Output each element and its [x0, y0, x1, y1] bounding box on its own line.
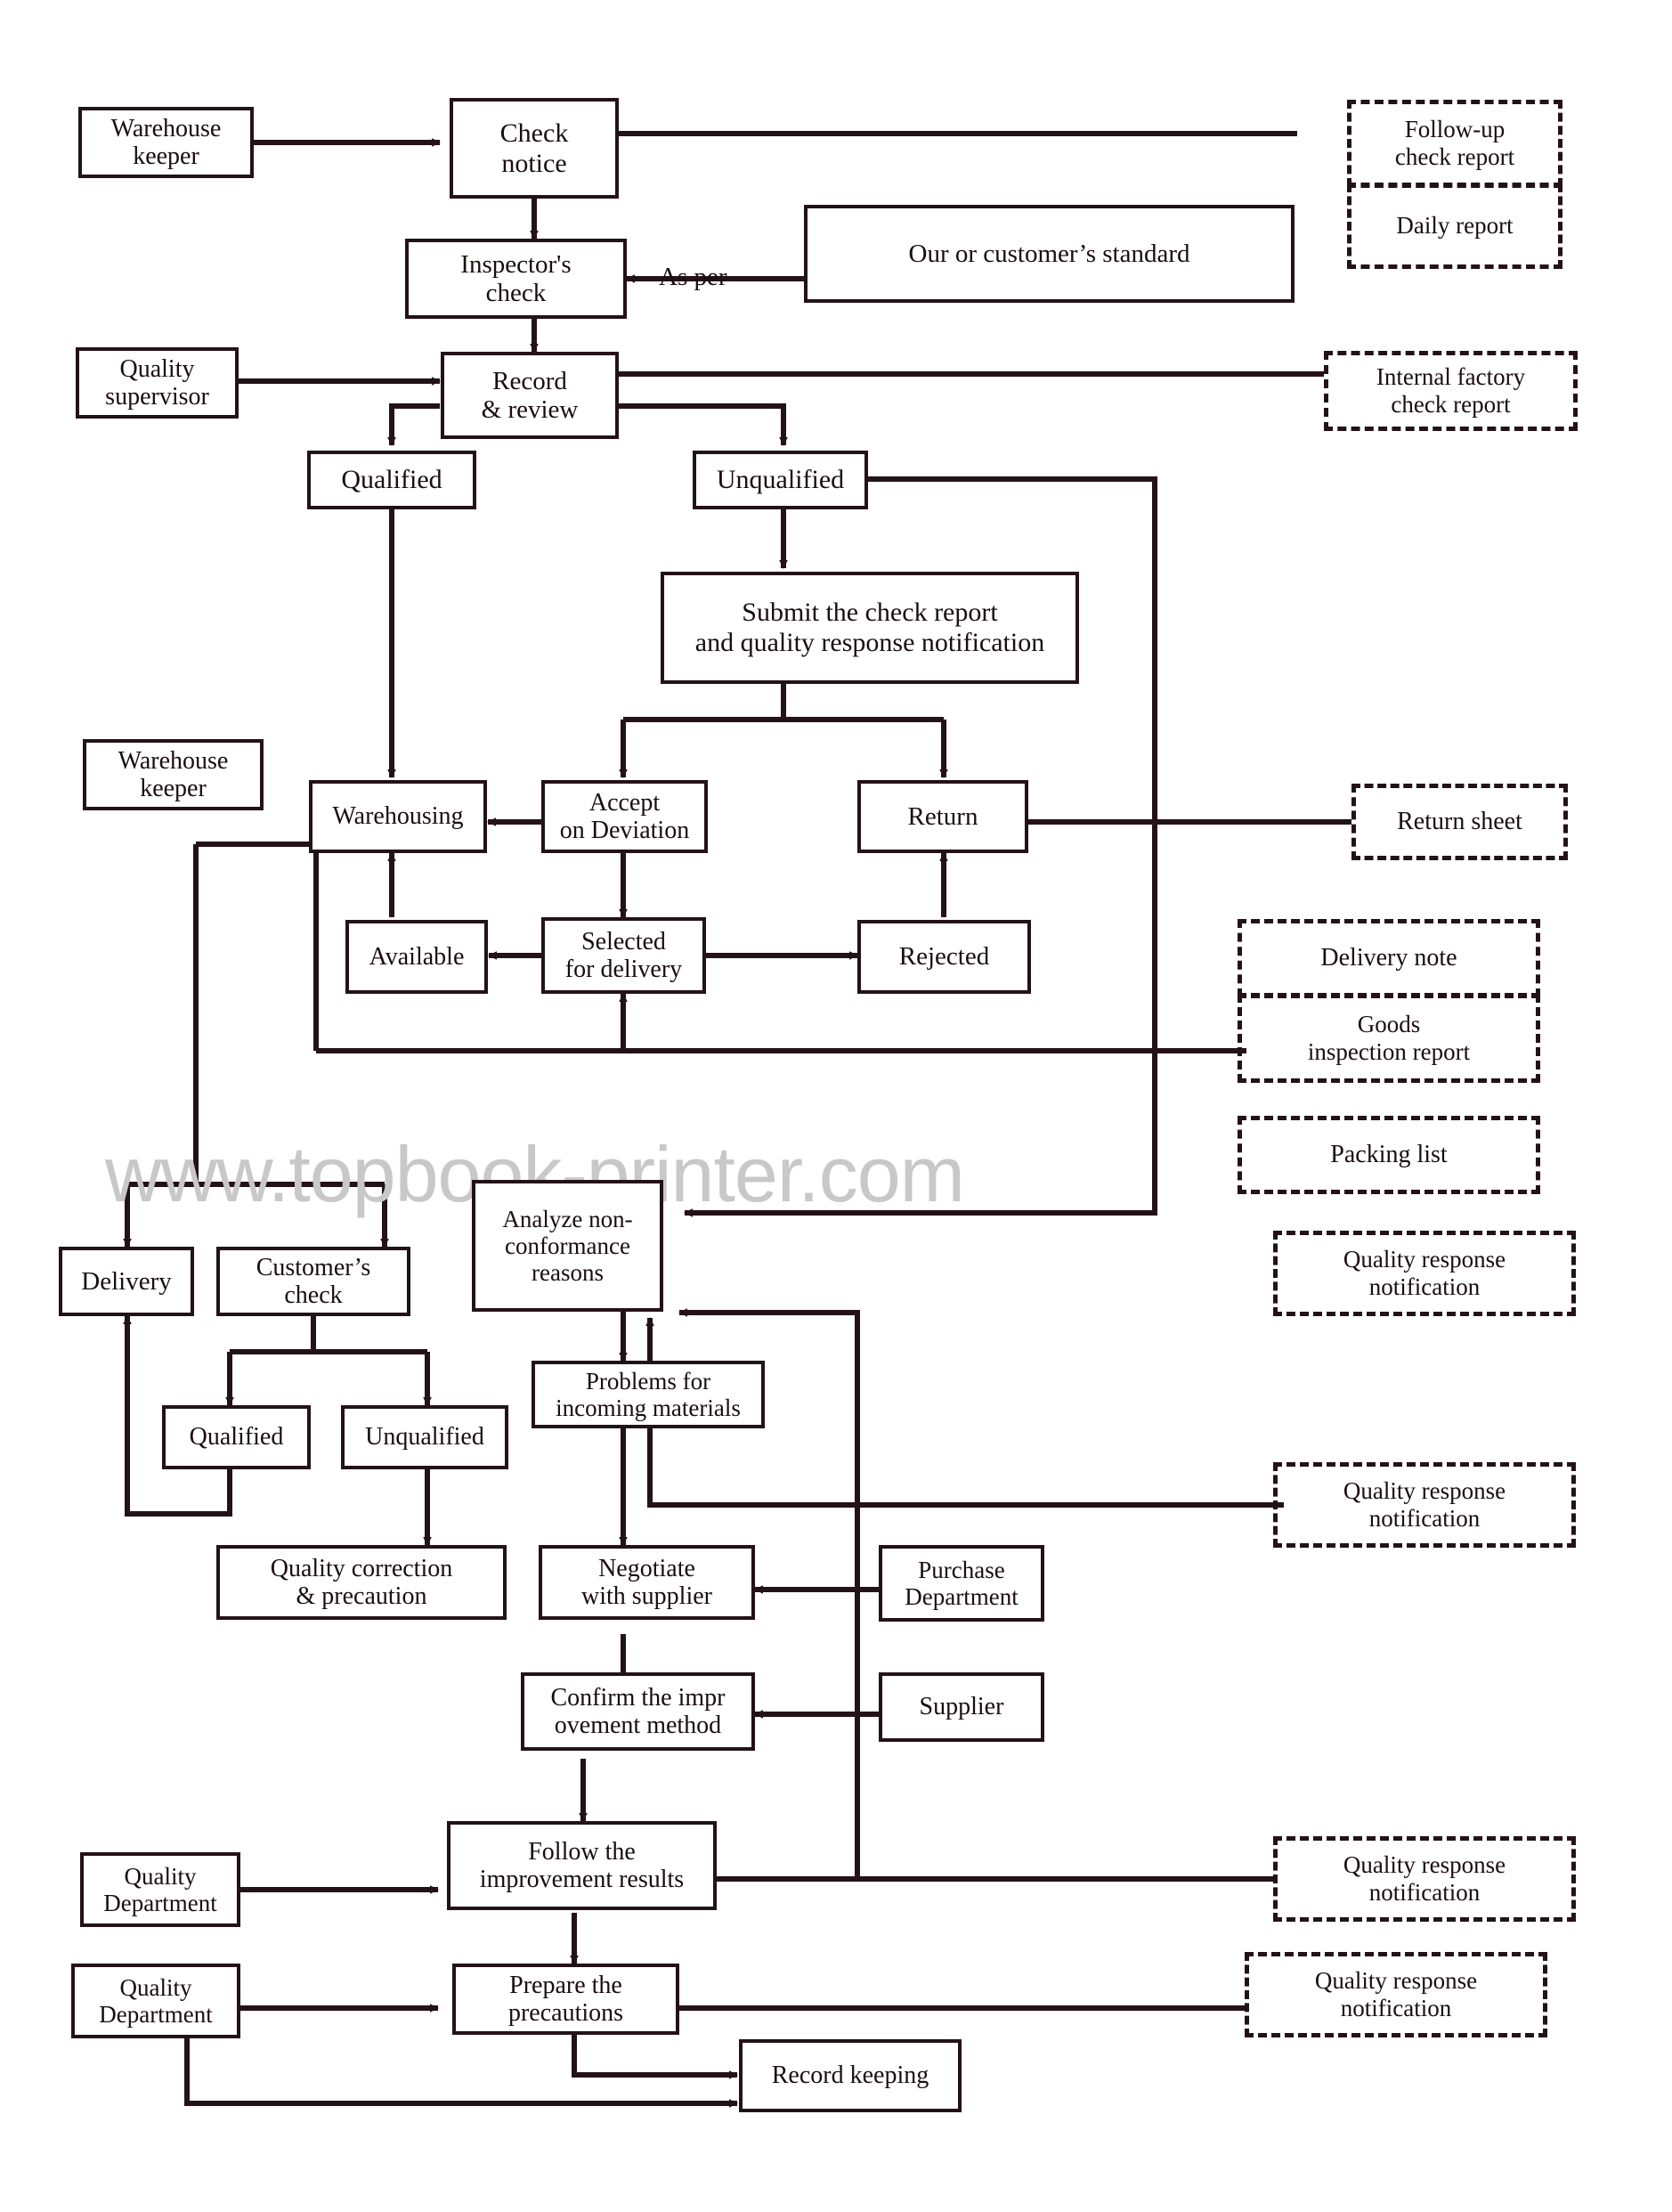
node-label: Return [907, 801, 978, 831]
node-label: Problems for incoming materials [556, 1367, 741, 1421]
node-record-keeping: Record keeping [739, 2039, 962, 2112]
node-problems-incoming-materials: Problems for incoming materials [532, 1361, 765, 1428]
node-label: Quality correction & precaution [270, 1554, 453, 1610]
node-label: Check notice [499, 118, 569, 178]
node-label: Warehouse keeper [118, 746, 229, 802]
node-label: Accept on Deviation [559, 788, 690, 844]
doc-label: Follow-up check report [1394, 115, 1515, 170]
node-label: Record & review [481, 366, 579, 424]
doc-label: Quality response notification [1343, 1245, 1506, 1300]
doc-return-sheet: Return sheet [1351, 784, 1568, 860]
doc-label: Quality response notification [1314, 1966, 1478, 2021]
node-qualified-2: Qualified [162, 1405, 311, 1469]
node-label: Follow the improvement results [479, 1837, 685, 1893]
node-quality-department-2: Quality Department [71, 1964, 240, 2038]
node-label: Customer’s check [256, 1253, 371, 1309]
node-selected-for-delivery: Selected for delivery [541, 917, 706, 994]
node-quality-department-1: Quality Department [80, 1852, 240, 1927]
node-check-notice: Check notice [450, 98, 619, 199]
doc-label: Quality response notification [1343, 1476, 1506, 1532]
node-label: Unqualified [716, 465, 845, 495]
node-negotiate-with-supplier: Negotiate with supplier [539, 1545, 755, 1620]
node-label: Selected for delivery [564, 927, 683, 983]
node-unqualified-1: Unqualified [693, 451, 868, 509]
node-label: Analyze non- conformance reasons [502, 1205, 633, 1287]
node-label: Unqualified [365, 1423, 484, 1452]
doc-label: Packing list [1330, 1140, 1448, 1168]
node-delivery: Delivery [59, 1247, 194, 1316]
doc-quality-response-notification-3: Quality response notification [1273, 1836, 1576, 1922]
node-purchase-department: Purchase Department [879, 1545, 1044, 1622]
node-label: Warehousing [332, 802, 464, 831]
node-label: Inspector's check [460, 249, 572, 307]
node-label: Qualified [341, 465, 442, 495]
node-quality-correction: Quality correction & precaution [216, 1545, 507, 1620]
node-warehousing: Warehousing [309, 780, 487, 853]
node-label: Qualified [189, 1423, 284, 1452]
node-standard: Our or customer’s standard [804, 205, 1295, 303]
node-accept-on-deviation: Accept on Deviation [541, 780, 708, 853]
doc-label: Internal factory check report [1376, 362, 1526, 418]
node-warehouse-keeper-top: Warehouse keeper [78, 107, 254, 178]
doc-quality-response-notification-2: Quality response notification [1273, 1462, 1576, 1548]
node-submit-check-report: Submit the check report and quality resp… [661, 572, 1079, 684]
node-warehouse-keeper-mid: Warehouse keeper [83, 739, 264, 810]
doc-label: Delivery note [1320, 943, 1457, 972]
node-inspectors-check: Inspector's check [405, 239, 627, 319]
node-qualified-1: Qualified [307, 451, 476, 509]
node-customers-check: Customer’s check [216, 1247, 410, 1316]
label-as-per: As per [659, 263, 727, 291]
doc-daily-report: Daily report [1347, 183, 1562, 269]
doc-label: Return sheet [1397, 807, 1522, 835]
flowchart-canvas: www.topbook-printer.com Warehouse keeper… [0, 0, 1672, 2212]
doc-label: Quality response notification [1343, 1850, 1506, 1906]
node-return: Return [857, 780, 1028, 853]
node-label: Negotiate with supplier [581, 1554, 712, 1610]
doc-label: Daily report [1396, 212, 1514, 240]
node-unqualified-2: Unqualified [341, 1405, 508, 1469]
doc-quality-response-notification-1: Quality response notification [1273, 1231, 1576, 1316]
node-label: Prepare the precautions [507, 1971, 624, 2027]
doc-label: Goods inspection report [1307, 1010, 1471, 1065]
doc-delivery-note: Delivery note [1238, 919, 1540, 997]
doc-internal-factory-check-report: Internal factory check report [1324, 351, 1578, 431]
node-label: Record keeping [771, 2062, 929, 2090]
node-follow-improvement-results: Follow the improvement results [447, 1821, 717, 1910]
node-rejected: Rejected [857, 920, 1031, 994]
node-supplier: Supplier [879, 1672, 1044, 1742]
node-available: Available [345, 920, 488, 994]
doc-packing-list: Packing list [1238, 1116, 1540, 1194]
node-label: Submit the check report and quality resp… [694, 598, 1045, 657]
doc-followup-check-report: Follow-up check report [1347, 100, 1562, 187]
node-record-review: Record & review [441, 352, 619, 439]
node-label: Supplier [919, 1693, 1004, 1721]
node-quality-supervisor: Quality supervisor [76, 347, 239, 419]
node-label: Delivery [81, 1266, 172, 1296]
node-label: Rejected [898, 942, 990, 972]
node-analyze-nonconformance: Analyze non- conformance reasons [472, 1180, 663, 1312]
doc-goods-inspection-report: Goods inspection report [1238, 994, 1540, 1083]
node-label: Quality Department [99, 1973, 213, 2028]
node-label: Purchase Department [905, 1556, 1019, 1610]
node-label: Available [369, 942, 465, 971]
node-confirm-improvement-method: Confirm the impr ovement method [521, 1672, 755, 1751]
node-label: Confirm the impr ovement method [550, 1683, 726, 1739]
node-prepare-precautions: Prepare the precautions [452, 1964, 679, 2035]
node-label: Our or customer’s standard [908, 239, 1190, 268]
doc-quality-response-notification-4: Quality response notification [1245, 1952, 1547, 2037]
node-label: Warehouse keeper [110, 114, 222, 170]
node-label: Quality supervisor [105, 354, 209, 411]
node-label: Quality Department [103, 1862, 217, 1916]
